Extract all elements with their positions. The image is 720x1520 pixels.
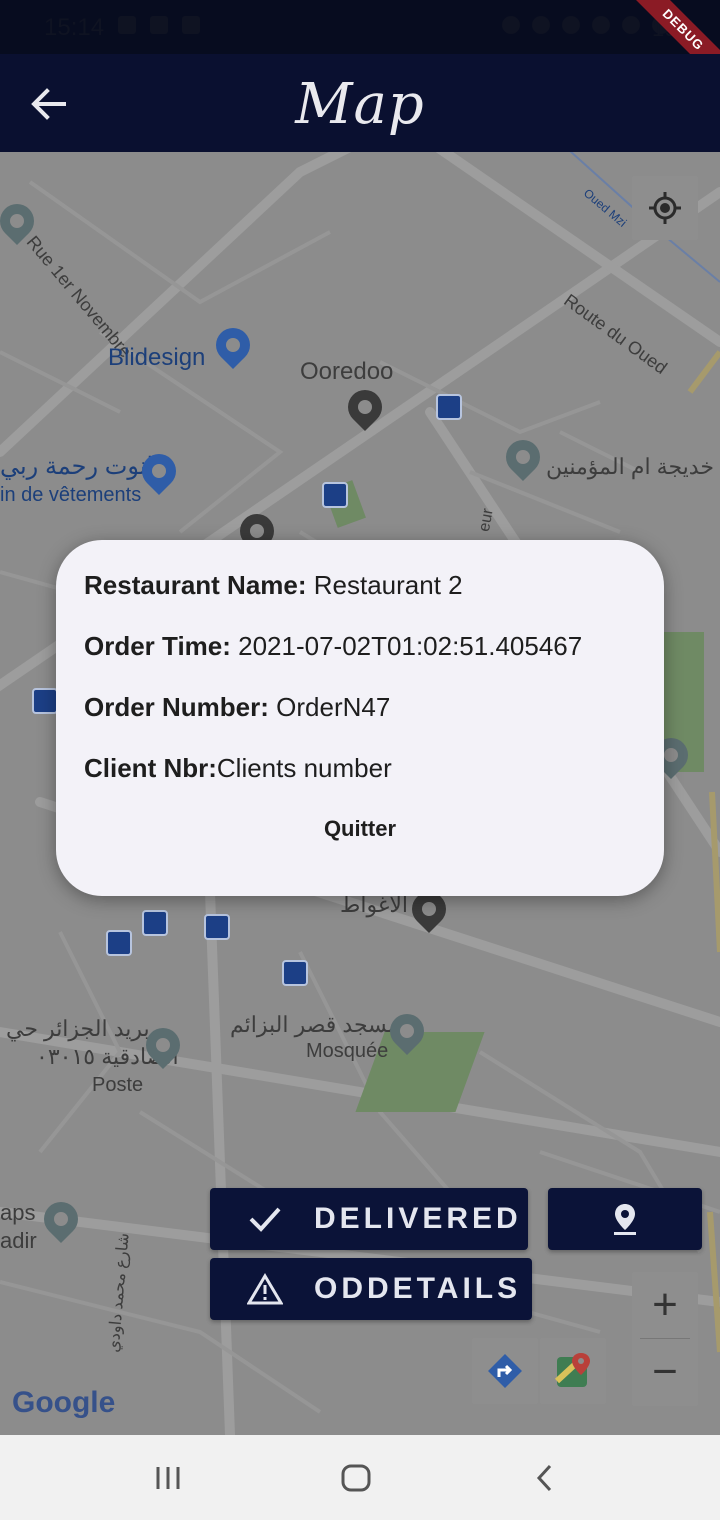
bus-stop-icon[interactable] (106, 930, 132, 956)
quit-button[interactable]: Quitter (56, 816, 664, 842)
page-title: Map (295, 72, 425, 137)
google-logo: Google (12, 1386, 116, 1419)
my-location-button[interactable] (632, 176, 698, 240)
order-time-label: Order Time: (84, 631, 231, 661)
oddetails-button[interactable]: ODDETAILS (210, 1258, 532, 1320)
zoom-in-button[interactable]: + (632, 1272, 698, 1338)
zoom-out-button[interactable]: − (632, 1339, 698, 1405)
status-bar: 15:14 19% DEBUG (0, 0, 720, 92)
map-label: Mosquée (306, 1040, 389, 1062)
status-time: 15:14 (44, 14, 105, 41)
app-bar: Map (0, 54, 720, 152)
signal-icon (622, 16, 640, 34)
home-icon (341, 1464, 371, 1492)
map-label: خديجة ام المؤمنين (546, 454, 714, 479)
directions-icon (488, 1354, 522, 1388)
location-pin-button[interactable] (548, 1188, 702, 1250)
order-number-value: OrderN47 (276, 692, 391, 722)
map-label: aps (0, 1200, 36, 1225)
map-label: بريد الجزائر حي (6, 1016, 150, 1041)
recent-apps-icon (156, 1467, 180, 1489)
client-value: Clients number (216, 753, 392, 783)
map-label: Ooredoo (300, 358, 394, 385)
client-row: Client Nbr:Clients number (84, 753, 392, 784)
bus-stop-icon[interactable] (436, 394, 462, 420)
recent-apps-button[interactable] (148, 1461, 188, 1495)
map-label: مسجد قصر البزائم (230, 1012, 400, 1037)
play-icon (150, 16, 168, 34)
order-time-value: 2021-07-02T01:02:51.405467 (238, 631, 583, 661)
status-system-icons: 19% (502, 16, 696, 41)
restaurant-value: Restaurant 2 (313, 570, 463, 600)
location-pin-icon (614, 1204, 636, 1235)
bus-stop-icon[interactable] (32, 688, 58, 714)
order-details-dialog: Restaurant Name: Restaurant 2 Order Time… (56, 540, 664, 896)
restaurant-label: Restaurant Name: (84, 570, 307, 600)
zoom-controls: + − (632, 1272, 698, 1406)
map-label: Poste (92, 1074, 144, 1096)
check-icon (240, 1199, 290, 1239)
status-notification-icons (118, 16, 200, 34)
image-icon (118, 16, 136, 34)
delivered-button[interactable]: DELIVERED (210, 1188, 528, 1250)
wifi-icon (592, 16, 610, 34)
bus-stop-icon[interactable] (282, 960, 308, 986)
oddetails-label: ODDETAILS (314, 1272, 522, 1305)
warning-icon (240, 1269, 290, 1309)
restaurant-row: Restaurant Name: Restaurant 2 (84, 570, 463, 601)
order-time-row: Order Time: 2021-07-02T01:02:51.405467 (84, 631, 582, 662)
map-label: adir (0, 1228, 37, 1253)
system-nav-bar (0, 1435, 720, 1520)
chevron-left-icon (536, 1464, 552, 1492)
client-label: Client Nbr: (84, 753, 217, 783)
bus-stop-icon[interactable] (142, 910, 168, 936)
home-button[interactable] (336, 1461, 376, 1495)
mute-icon (532, 16, 550, 34)
crosshair-icon (649, 192, 681, 224)
order-number-label: Order Number: (84, 692, 269, 722)
map-label: Blidesign (108, 344, 206, 371)
system-back-button[interactable] (524, 1461, 564, 1495)
location-icon (562, 16, 580, 34)
directions-button[interactable] (472, 1338, 538, 1404)
clipboard-icon (182, 16, 200, 34)
delivered-label: DELIVERED (314, 1202, 522, 1235)
alarm-icon (502, 16, 520, 34)
order-number-row: Order Number: OrderN47 (84, 692, 390, 723)
map-label: in de vêtements (0, 484, 142, 506)
bus-stop-icon[interactable] (204, 914, 230, 940)
open-google-maps-button[interactable] (540, 1338, 606, 1404)
bus-stop-icon[interactable] (322, 482, 348, 508)
google-maps-icon (554, 1353, 590, 1387)
